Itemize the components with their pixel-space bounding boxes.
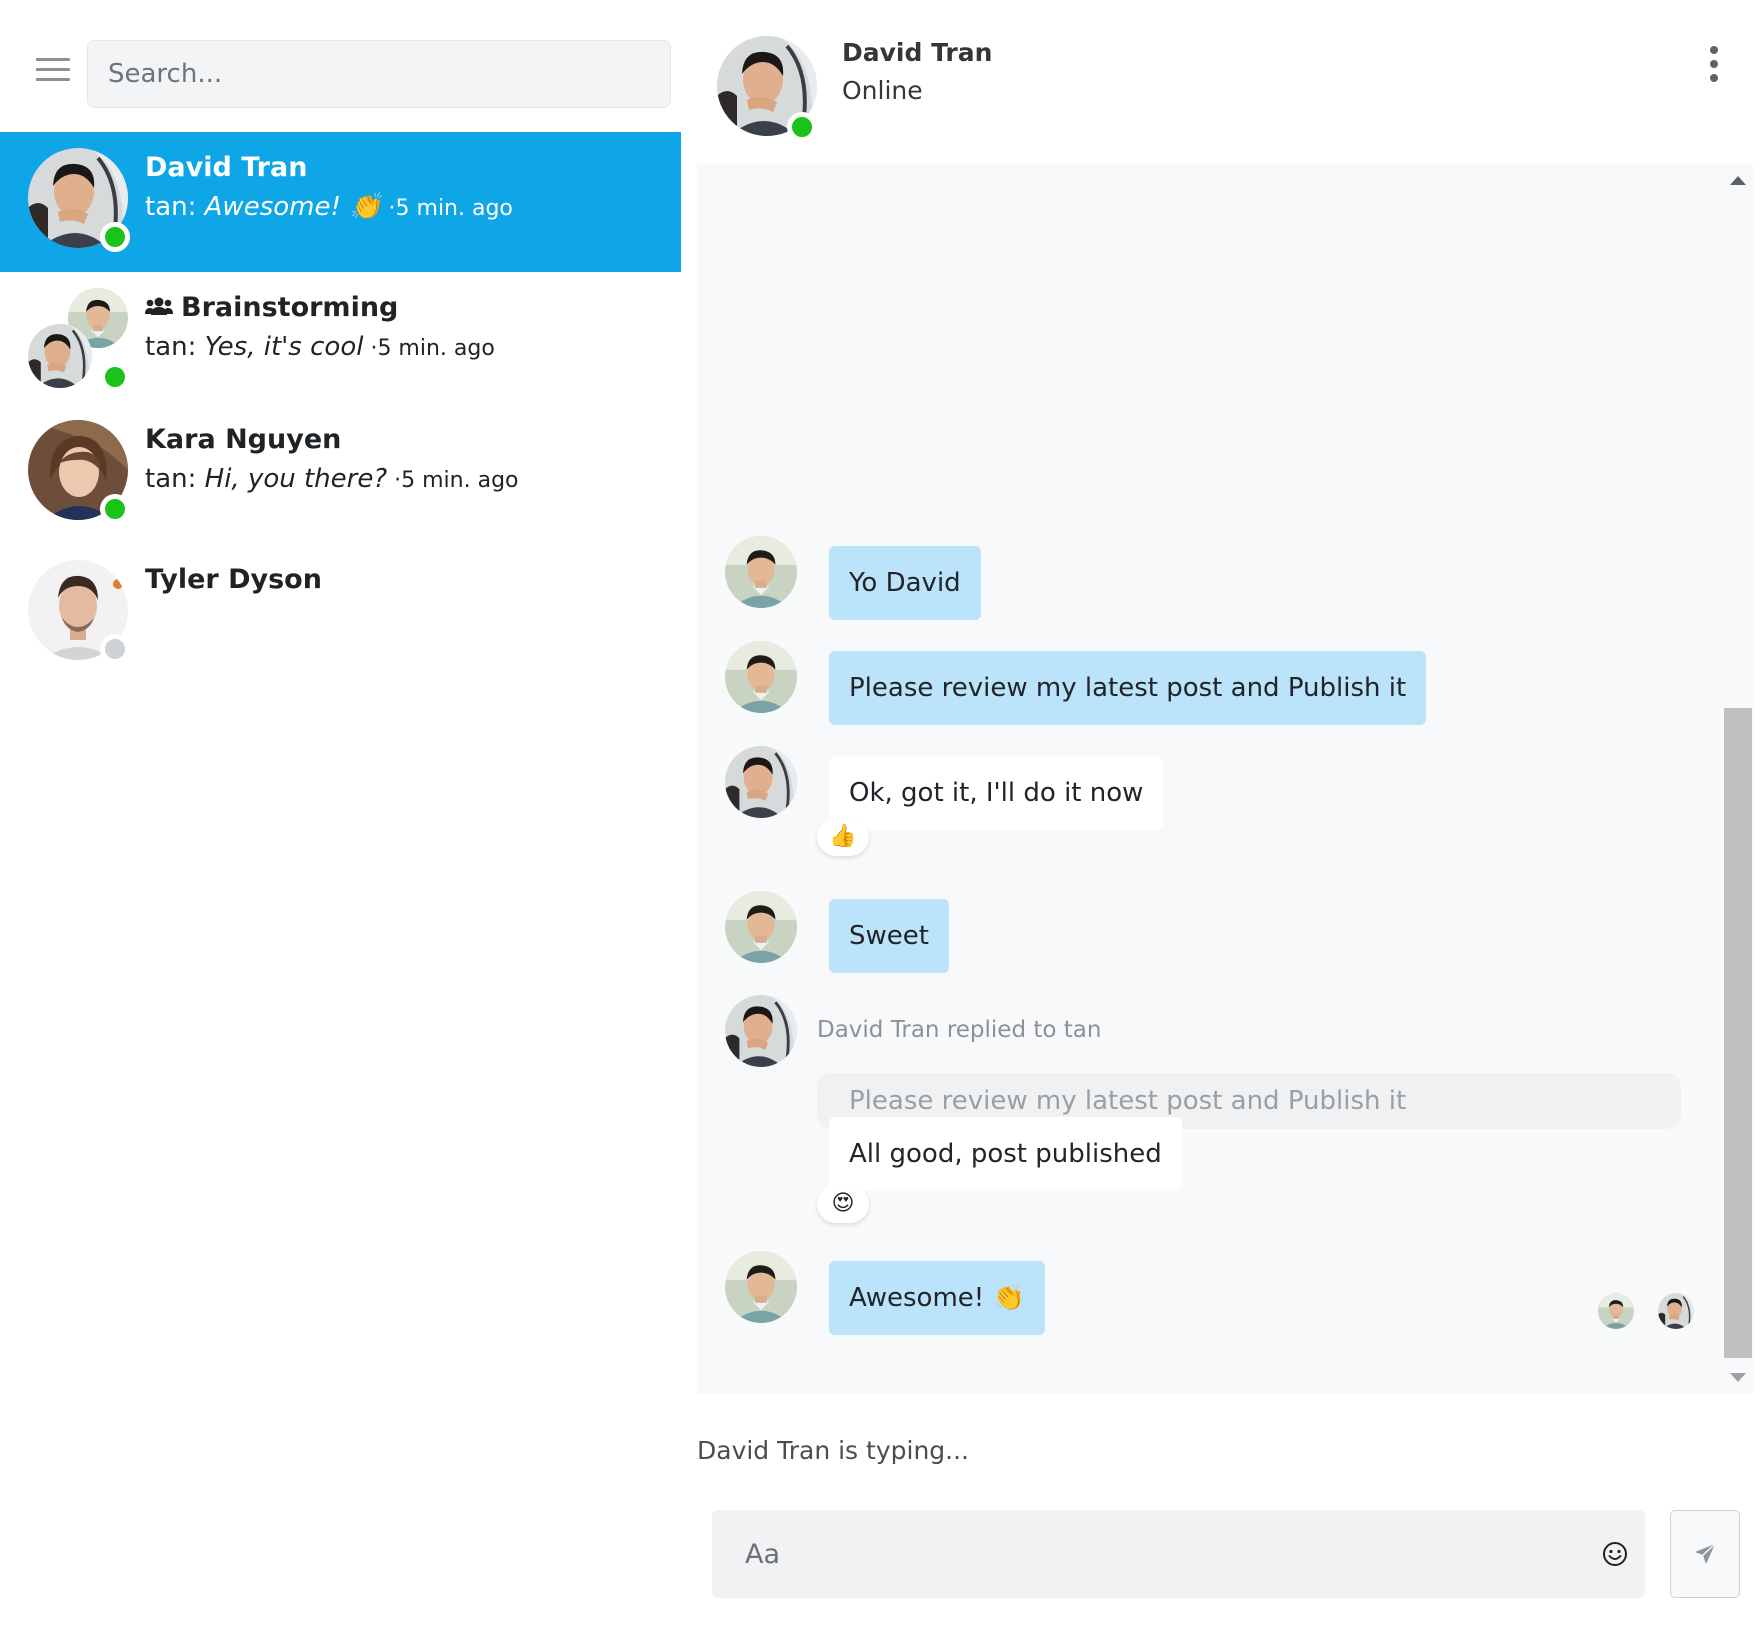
thumbs-up-reaction[interactable]: 👍	[817, 818, 869, 856]
kebab-menu-icon[interactable]	[1710, 46, 1720, 82]
contact-name-text: Brainstorming	[181, 292, 399, 323]
scroll-down-arrow-icon[interactable]	[1730, 1373, 1746, 1382]
last-message-text: Awesome! 👏	[204, 192, 382, 222]
conversation-sidebar: David Tran tan: Awesome! 👏 ·5 min. ago B…	[0, 0, 681, 1651]
sidebar-header	[0, 0, 681, 132]
chat-status: Online	[842, 76, 923, 105]
avatar	[725, 641, 797, 713]
time-ago: ·5 min. ago	[381, 196, 513, 221]
group-avatar	[28, 288, 130, 392]
smiley-icon[interactable]	[1600, 1539, 1630, 1569]
sender-label: tan:	[145, 192, 205, 222]
last-message-text: Hi, you there?	[204, 464, 388, 494]
message-composer	[712, 1510, 1645, 1598]
avatar	[28, 560, 130, 664]
online-status-dot	[100, 222, 130, 252]
time-ago: ·5 min. ago	[363, 336, 495, 361]
avatar	[725, 746, 797, 818]
online-status-dot	[100, 362, 130, 392]
scroll-up-arrow-icon[interactable]	[1730, 176, 1746, 185]
chat-avatar	[717, 36, 817, 142]
last-message-text: Yes, it's cool	[204, 332, 364, 362]
search-input[interactable]	[87, 40, 671, 108]
contact-name: Brainstorming	[145, 292, 398, 323]
message-bubble[interactable]: Sweet	[829, 899, 949, 973]
last-message-preview: tan: Hi, you there? ·5 min. ago	[145, 464, 519, 494]
contact-name: Tyler Dyson	[145, 564, 322, 595]
typing-indicator: David Tran is typing...	[697, 1436, 969, 1465]
avatar	[28, 148, 130, 252]
sender-label: tan:	[145, 464, 205, 494]
contact-item-brainstorming[interactable]: Brainstorming tan: Yes, it's cool ·5 min…	[0, 272, 681, 412]
last-message-preview: tan: Awesome! 👏 ·5 min. ago	[145, 192, 513, 222]
paper-plane-icon	[1695, 1543, 1716, 1564]
avatar	[28, 420, 130, 524]
avatar	[725, 1251, 797, 1323]
online-status-dot	[787, 112, 817, 142]
contact-name: David Tran	[145, 152, 308, 183]
scrollbar-thumb[interactable]	[1724, 708, 1752, 1358]
reply-label: David Tran replied to tan	[817, 1017, 1102, 1043]
seen-by-avatar	[1598, 1293, 1634, 1329]
chat-header: David Tran Online	[697, 0, 1760, 162]
message-scrollbar[interactable]	[1723, 164, 1753, 1394]
time-ago: ·5 min. ago	[387, 468, 519, 493]
contact-name: Kara Nguyen	[145, 424, 342, 455]
message-input[interactable]	[712, 1510, 1572, 1598]
contact-item-tyler-dyson[interactable]: Tyler Dyson	[0, 544, 681, 684]
online-status-dot	[100, 494, 130, 524]
group-member-avatar	[28, 324, 92, 388]
avatar	[725, 536, 797, 608]
message-bubble[interactable]: Please review my latest post and Publish…	[829, 651, 1427, 725]
sender-label: tan:	[145, 332, 205, 362]
chat-title: David Tran	[842, 38, 993, 67]
message-bubble[interactable]: Awesome! 👏	[829, 1261, 1045, 1335]
message-bubble[interactable]: Yo David	[829, 546, 981, 620]
seen-by-avatar	[1658, 1293, 1694, 1329]
message-bubble[interactable]: All good, post published	[829, 1117, 1182, 1191]
chat-panel: David Tran Online Yo David Please review…	[697, 0, 1760, 1651]
avatar	[725, 995, 797, 1067]
last-message-preview: tan: Yes, it's cool ·5 min. ago	[145, 332, 495, 362]
message-bubble[interactable]: Ok, got it, I'll do it now	[829, 756, 1164, 830]
heart-eyes-reaction[interactable]: 😍	[817, 1185, 869, 1223]
contact-item-kara-nguyen[interactable]: Kara Nguyen tan: Hi, you there? ·5 min. …	[0, 404, 681, 544]
avatar	[725, 891, 797, 963]
contact-item-david-tran[interactable]: David Tran tan: Awesome! 👏 ·5 min. ago	[0, 132, 681, 272]
message-list[interactable]: Yo David Please review my latest post an…	[697, 164, 1723, 1394]
send-button[interactable]	[1670, 1510, 1740, 1598]
hamburger-icon[interactable]	[36, 58, 70, 84]
offline-status-dot	[100, 634, 130, 664]
users-icon	[145, 297, 173, 315]
